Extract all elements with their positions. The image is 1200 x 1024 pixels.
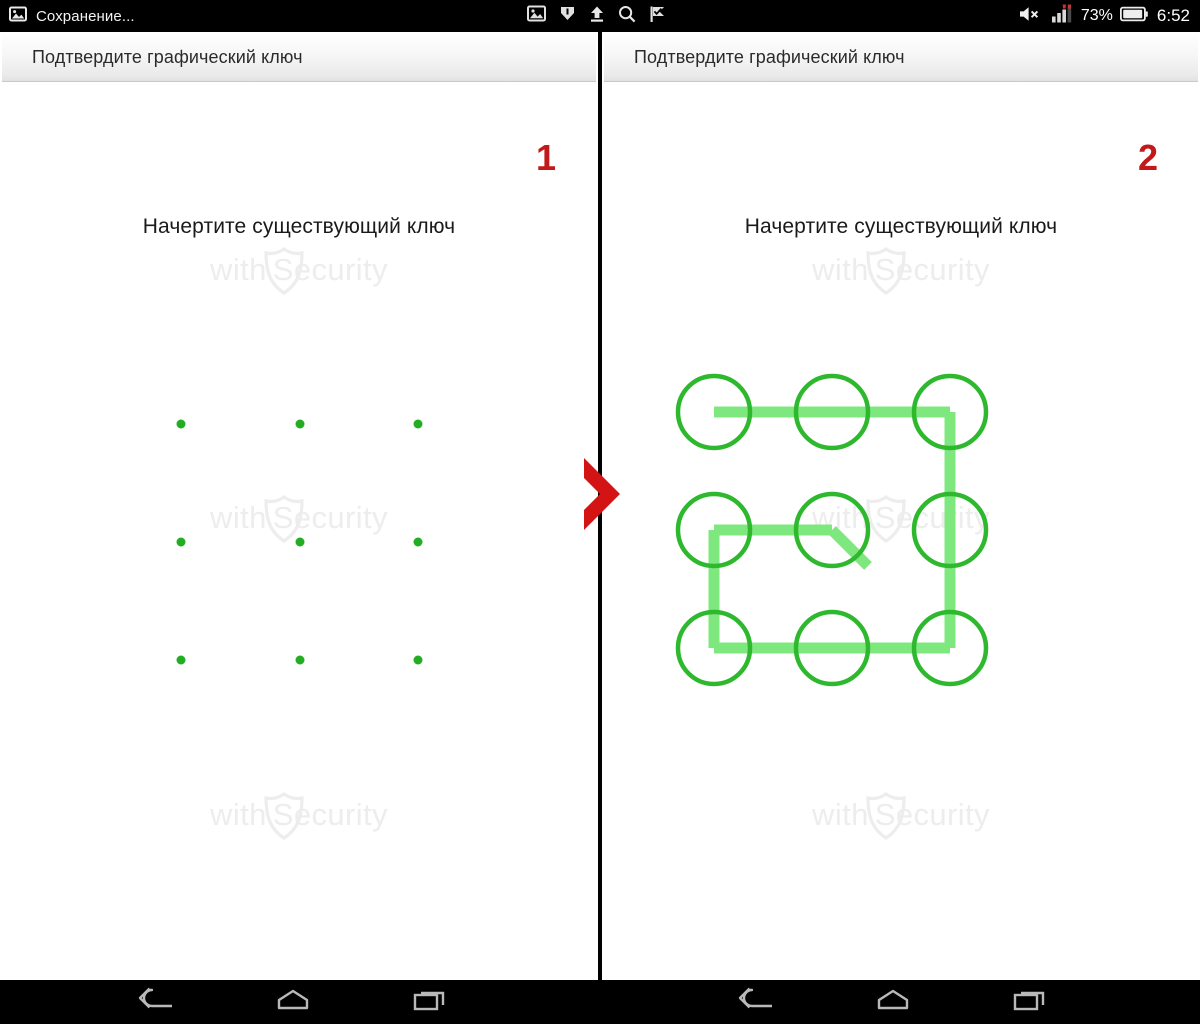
- home-icon: [873, 987, 913, 1018]
- pattern-dot-middle-left[interactable]: [176, 537, 186, 547]
- watermark-bottom-1: with Security: [0, 791, 598, 840]
- home-button[interactable]: [865, 980, 921, 1024]
- back-icon: [736, 987, 776, 1018]
- back-button[interactable]: [728, 980, 784, 1024]
- search-icon: [618, 5, 636, 28]
- pattern-dot-middle-right[interactable]: [413, 537, 423, 547]
- image-icon: [526, 5, 546, 27]
- upload-icon: [589, 5, 605, 28]
- pattern-dot-top-left[interactable]: [176, 419, 186, 429]
- watermark-security-label: Security: [874, 252, 990, 287]
- watermark-bottom-2: with Security: [602, 791, 1200, 840]
- status-bar-icon-tray: [135, 5, 1018, 28]
- status-bar-notifications[interactable]: Сохранение...: [0, 6, 135, 27]
- step-number-1: 1: [535, 137, 556, 178]
- flag-check-icon: [649, 5, 666, 28]
- title-bar-label: Подтвердите графический ключ: [32, 47, 303, 67]
- battery-percent-label: 73%: [1080, 7, 1113, 24]
- watermark-top-2: with Security: [602, 246, 1200, 295]
- pattern-dot-bottom-right[interactable]: [413, 655, 423, 665]
- image-icon: [9, 6, 27, 27]
- watermark-with-label: with: [812, 797, 869, 832]
- title-bar-step-2: Подтвердите графический ключ: [604, 34, 1198, 82]
- recents-icon: [1010, 987, 1050, 1018]
- recents-button[interactable]: [1002, 980, 1058, 1024]
- pattern-dot-top-middle[interactable]: [295, 419, 305, 429]
- instruction-text-1: Начертите существующий ключ: [142, 215, 456, 238]
- back-button[interactable]: [128, 980, 184, 1024]
- battery-icon: [1119, 6, 1148, 27]
- pattern-grid-drawn[interactable]: [640, 338, 1024, 722]
- step-arrow: [576, 452, 628, 536]
- recents-button[interactable]: [402, 980, 458, 1024]
- chevron-right-icon: [584, 458, 620, 530]
- watermark-with-label: with: [210, 252, 267, 287]
- nav-buttons-right: [728, 980, 1058, 1024]
- pattern-dot-center[interactable]: [295, 537, 305, 547]
- title-bar-label: Подтвердите графический ключ: [634, 47, 905, 67]
- step-number-2: 2: [1137, 137, 1158, 178]
- pattern-dot-top-right[interactable]: [413, 419, 423, 429]
- notification-text: Сохранение...: [36, 7, 135, 25]
- android-navigation-bar: [0, 980, 1200, 1024]
- watermark-with-label: with: [210, 797, 267, 832]
- watermark-with-label: with: [812, 252, 869, 287]
- panel-step-2: Подтвердите графический ключ 2 Начертите…: [602, 32, 1200, 980]
- status-bar: Сохранение... 73% 6:52: [0, 0, 1200, 32]
- panel-step-1: Подтвердите графический ключ 1 Начертите…: [0, 32, 598, 980]
- clock-label: 6:52: [1156, 6, 1190, 25]
- pattern-dot-bottom-left[interactable]: [176, 655, 186, 665]
- recents-icon: [410, 987, 450, 1018]
- pattern-lock-svg[interactable]: [640, 338, 1024, 722]
- nav-buttons-left: [128, 980, 458, 1024]
- title-bar-step-1: Подтвердите графический ключ: [2, 34, 596, 82]
- watermark-top-1: with Security: [0, 246, 598, 295]
- home-button[interactable]: [265, 980, 321, 1024]
- volume-mute-icon: [1018, 5, 1044, 28]
- home-icon: [273, 987, 313, 1018]
- pattern-grid-empty[interactable]: [176, 419, 423, 665]
- status-bar-system-icons: 73% 6:52: [1018, 4, 1200, 28]
- instruction-text-2: Начертите существующий ключ: [744, 215, 1058, 238]
- watermark-security-label: Security: [874, 797, 990, 832]
- watermark-security-label: Security: [272, 797, 388, 832]
- back-icon: [136, 987, 176, 1018]
- pattern-dot-bottom-middle[interactable]: [295, 655, 305, 665]
- download-icon: [559, 5, 576, 27]
- signal-bars-icon: [1051, 4, 1074, 28]
- screenshot-comparison-area: Подтвердите графический ключ 1 Начертите…: [0, 32, 1200, 980]
- watermark-security-label: Security: [272, 252, 388, 287]
